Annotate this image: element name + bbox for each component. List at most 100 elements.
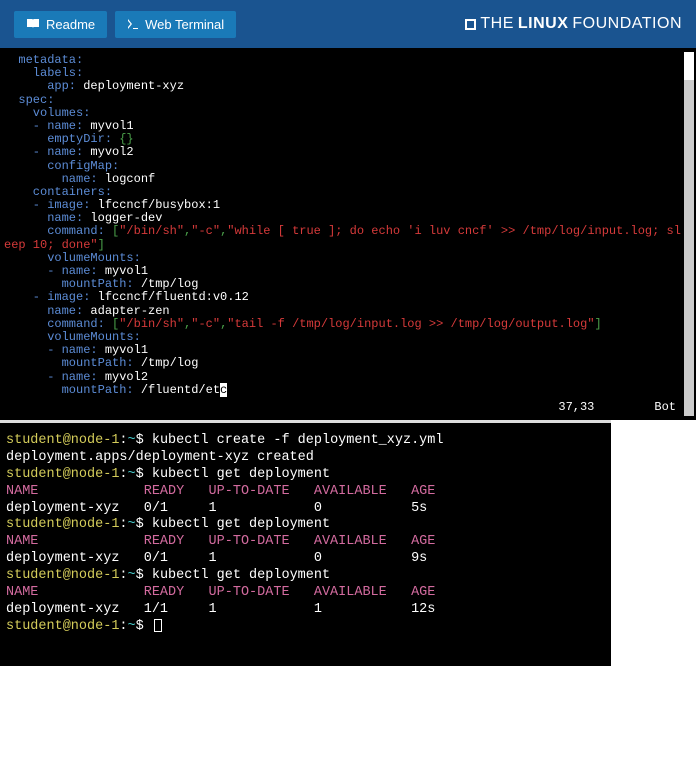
readme-button[interactable]: Readme — [14, 11, 107, 38]
prompt-user: student@node-1 — [6, 517, 119, 532]
yaml-key: emptyDir: — [4, 132, 112, 146]
prompt-end: $ — [136, 467, 152, 482]
yaml-key: - name: — [4, 119, 83, 133]
prompt-path: ~ — [128, 467, 136, 482]
terminal-line: student@node-1:~$ kubectl create -f depl… — [6, 433, 605, 450]
yaml-value: logconf — [98, 172, 156, 186]
yaml-value: myvol1 — [83, 119, 133, 133]
web-terminal-label: Web Terminal — [145, 17, 224, 32]
table-row: deployment-xyz 0/1 1 0 9s — [6, 551, 605, 568]
yaml-bracket: [ — [105, 224, 119, 238]
table-header: NAME READY UP-TO-DATE AVAILABLE AGE — [6, 534, 605, 551]
terminal-line: student@node-1:~$ kubectl get deployment — [6, 467, 605, 484]
yaml-bracket: ] — [98, 238, 105, 252]
yaml-value: myvol2 — [83, 145, 133, 159]
yaml-key: name: — [4, 211, 83, 225]
command-text: kubectl get deployment — [152, 467, 330, 482]
yaml-key: - image: — [4, 290, 90, 304]
scroll-mode: Bot — [654, 401, 676, 414]
yaml-key: volumeMounts: — [4, 251, 141, 265]
terminal-output: deployment.apps/deployment-xyz created — [6, 450, 605, 467]
yaml-key: name: — [4, 304, 83, 318]
prompt-end: $ — [136, 568, 152, 583]
yaml-string: "-c" — [191, 317, 220, 331]
linux-foundation-logo: THELINUXFOUNDATION — [465, 15, 682, 33]
yaml-value: adapter-zen — [83, 304, 169, 318]
yaml-key: - name: — [4, 370, 98, 384]
yaml-key: containers: — [4, 185, 112, 199]
terminal-prompt-icon — [127, 18, 139, 30]
brand-the: THE — [480, 15, 514, 33]
table-header: NAME READY UP-TO-DATE AVAILABLE AGE — [6, 484, 605, 501]
prompt-end: $ — [136, 619, 152, 634]
prompt-sep: : — [119, 467, 127, 482]
prompt-sep: : — [119, 619, 127, 634]
yaml-key: - name: — [4, 264, 98, 278]
prompt-path: ~ — [128, 619, 136, 634]
yaml-key: mountPath: — [4, 383, 134, 397]
prompt-end: $ — [136, 517, 152, 532]
yaml-value: lfccncf/fluentd:v0.12 — [90, 290, 248, 304]
editor-status-bar: 37,33 Bot — [558, 401, 676, 414]
yaml-key: command: — [4, 317, 105, 331]
yaml-key: - name: — [4, 145, 83, 159]
yaml-key: command: — [4, 224, 105, 238]
yaml-bracket: ] — [595, 317, 602, 331]
prompt-sep: : — [119, 568, 127, 583]
yaml-key: app: — [4, 79, 76, 93]
yaml-value: {} — [112, 132, 134, 146]
shell-terminal[interactable]: student@node-1:~$ kubectl create -f depl… — [0, 420, 611, 666]
prompt-user: student@node-1 — [6, 467, 119, 482]
yaml-string: "/bin/sh" — [119, 317, 184, 331]
square-icon — [465, 19, 476, 30]
prompt-user: student@node-1 — [6, 619, 119, 634]
command-text: kubectl get deployment — [152, 568, 330, 583]
yaml-key: labels: — [4, 66, 83, 80]
header-buttons: Readme Web Terminal — [14, 11, 236, 38]
yaml-string: "tail -f /tmp/log/input.log >> /tmp/log/… — [227, 317, 594, 331]
yaml-value: deployment-xyz — [76, 79, 184, 93]
cursor-position: 37,33 — [558, 401, 594, 414]
yaml-key: mountPath: — [4, 277, 134, 291]
prompt-user: student@node-1 — [6, 433, 119, 448]
prompt-path: ~ — [128, 568, 136, 583]
yaml-string: "while [ true ]; do echo 'i luv cncf' >>… — [227, 224, 681, 238]
terminal-line: student@node-1:~$ — [6, 619, 605, 636]
yaml-string: "/bin/sh" — [119, 224, 184, 238]
table-header: NAME READY UP-TO-DATE AVAILABLE AGE — [6, 585, 605, 602]
yaml-value: /tmp/log — [134, 277, 199, 291]
yaml-key: configMap: — [4, 159, 119, 173]
yaml-editor[interactable]: metadata: labels: app: deployment-xyz sp… — [0, 48, 696, 420]
brand-linux: LINUX — [518, 15, 569, 33]
prompt-path: ~ — [128, 433, 136, 448]
terminal-line: student@node-1:~$ kubectl get deployment — [6, 517, 605, 534]
header-bar: Readme Web Terminal THELINUXFOUNDATION — [0, 0, 696, 48]
yaml-key: - name: — [4, 343, 98, 357]
yaml-key: - image: — [4, 198, 90, 212]
yaml-string: eep 10; done" — [4, 238, 98, 252]
readme-label: Readme — [46, 17, 95, 32]
terminal-line: student@node-1:~$ kubectl get deployment — [6, 568, 605, 585]
yaml-value: myvol1 — [98, 264, 148, 278]
prompt-path: ~ — [128, 517, 136, 532]
prompt-end: $ — [136, 433, 152, 448]
yaml-key: metadata: — [4, 53, 83, 67]
command-text: kubectl get deployment — [152, 517, 330, 532]
yaml-value: myvol2 — [98, 370, 148, 384]
prompt-sep: : — [119, 517, 127, 532]
prompt-user: student@node-1 — [6, 568, 119, 583]
prompt-sep: : — [119, 433, 127, 448]
table-row: deployment-xyz 0/1 1 0 5s — [6, 501, 605, 518]
yaml-value: lfccncf/busybox:1 — [90, 198, 220, 212]
yaml-value: myvol1 — [98, 343, 148, 357]
yaml-string: "-c" — [191, 224, 220, 238]
web-terminal-button[interactable]: Web Terminal — [115, 11, 236, 38]
yaml-value: logger-dev — [83, 211, 162, 225]
yaml-key: volumeMounts: — [4, 330, 141, 344]
table-row: deployment-xyz 1/1 1 1 12s — [6, 602, 605, 619]
yaml-key: spec: — [4, 93, 54, 107]
book-icon — [26, 18, 40, 30]
yaml-value: /tmp/log — [134, 356, 199, 370]
yaml-bracket: [ — [105, 317, 119, 331]
editor-scrollbar[interactable] — [684, 52, 694, 416]
